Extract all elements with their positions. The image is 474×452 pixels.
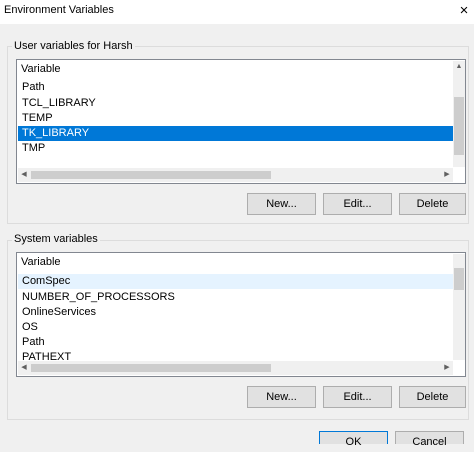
user-row-tcl-library[interactable]: TCL_LIBRARY	[18, 96, 450, 111]
system-rendered-row-number-of-processors[interactable]: NUMBER_OF_PROCESSORS	[18, 290, 454, 305]
user-new-button[interactable]: New...	[247, 193, 316, 215]
user-variables-list[interactable]: Variable Path TCL_LIBRARY TEMP TK_LIBRAR…	[16, 59, 466, 184]
right-arrow-icon[interactable]: ▶	[441, 362, 453, 374]
system-hscroll-thumb[interactable]	[31, 364, 271, 372]
close-icon[interactable]: ×	[454, 0, 474, 22]
cancel-button[interactable]: Cancel	[395, 431, 464, 448]
system-rendered-row-onlineservices[interactable]: OnlineServices	[18, 305, 454, 320]
window-title: Environment Variables	[4, 4, 114, 16]
system-rendered-row-path[interactable]: Path	[18, 335, 454, 350]
system-vscroll-thumb[interactable]	[454, 268, 464, 290]
up-arrow-icon[interactable]: ▲	[453, 61, 465, 73]
system-delete-button[interactable]: Delete	[399, 386, 466, 408]
user-row-temp[interactable]: TEMP	[18, 111, 450, 126]
right-arrow-icon[interactable]: ▶	[441, 169, 453, 181]
system-list-hscrollbar[interactable]: ◀ ▶	[18, 361, 453, 375]
user-vscroll-thumb[interactable]	[454, 97, 464, 155]
user-variables-label: User variables for Harsh	[12, 40, 135, 52]
user-delete-button[interactable]: Delete	[399, 193, 466, 215]
user-hscroll-thumb[interactable]	[31, 171, 271, 179]
title-bar: Environment Variables ×	[0, 0, 474, 24]
system-edit-button[interactable]: Edit...	[323, 386, 392, 408]
system-rendered-row-comspec[interactable]: ComSpec	[18, 274, 454, 289]
user-list-vscrollbar[interactable]: ▲	[453, 61, 465, 167]
left-arrow-icon[interactable]: ◀	[18, 169, 30, 181]
user-row-path[interactable]: Path	[18, 80, 450, 95]
ok-button[interactable]: OK	[319, 431, 388, 448]
system-rendered-row-os[interactable]: OS	[18, 320, 454, 335]
system-new-button[interactable]: New...	[247, 386, 316, 408]
user-list-hscrollbar[interactable]: ◀ ▶	[18, 168, 453, 182]
system-list-vscrollbar[interactable]	[453, 254, 465, 360]
system-list-rendered[interactable]: Variable ComSpec ComSpec NUMBER_OF_PROCE…	[16, 252, 466, 377]
user-row-tk-library[interactable]: TK_LIBRARY	[18, 126, 454, 141]
left-arrow-icon[interactable]: ◀	[18, 362, 30, 374]
system-rendered-header[interactable]: Variable	[21, 256, 61, 268]
user-edit-button[interactable]: Edit...	[323, 193, 392, 215]
user-list-header[interactable]: Variable	[21, 63, 61, 75]
user-row-tmp[interactable]: TMP	[18, 141, 450, 156]
system-variables-label: System variables	[12, 233, 100, 245]
